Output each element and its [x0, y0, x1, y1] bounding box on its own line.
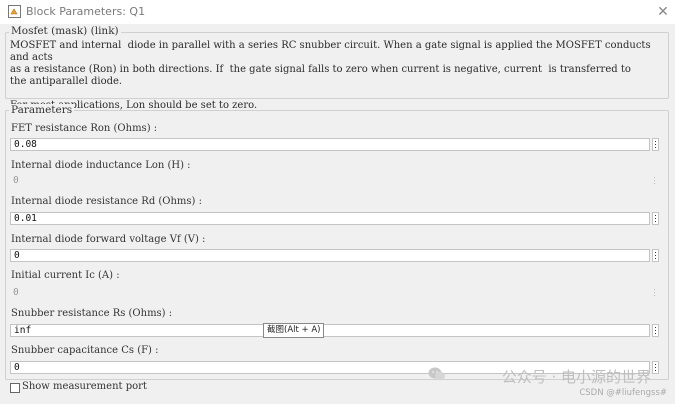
param-menu-ic: [652, 287, 659, 300]
param-input-ic: 0: [10, 287, 650, 300]
param-menu-lon: [652, 175, 659, 188]
vertical-dots-icon: [655, 364, 656, 365]
param-menu-rs[interactable]: [652, 324, 659, 337]
param-label-lon: Internal diode inductance Lon (H) :: [11, 160, 191, 171]
vertical-dots-icon: [655, 327, 656, 328]
param-label-rs: Snubber resistance Rs (Ohms) :: [11, 308, 173, 319]
param-label-ic: Initial current Ic (A) :: [11, 270, 120, 281]
simulink-block-icon: [8, 5, 21, 18]
vertical-dots-icon: [655, 215, 656, 216]
watermark-source: CSDN @#liufengss#: [579, 388, 667, 398]
screenshot-tooltip: 截图(Alt + A): [263, 323, 325, 338]
param-input-rs[interactable]: inf: [10, 324, 650, 337]
title-bar: Block Parameters: Q1 ✕: [0, 0, 675, 24]
show-measurement-checkbox[interactable]: [10, 383, 20, 393]
param-label-vf: Internal diode forward voltage Vf (V) :: [11, 234, 206, 245]
parameters-header: Parameters: [9, 104, 75, 116]
vertical-dots-icon: [655, 252, 656, 253]
param-input-vf[interactable]: 0: [10, 249, 650, 262]
param-input-ron[interactable]: 0.08: [10, 138, 650, 151]
param-menu-cs[interactable]: [652, 361, 659, 374]
window-title: Block Parameters: Q1: [26, 5, 146, 18]
param-menu-rd[interactable]: [652, 212, 659, 225]
watermark-text: 公众号 · 电小源的世界: [501, 368, 651, 386]
show-measurement-label: Show measurement port: [22, 381, 147, 392]
param-label-cs: Snubber capacitance Cs (F) :: [11, 345, 159, 356]
vertical-dots-icon: [655, 141, 656, 142]
param-label-ron: FET resistance Ron (Ohms) :: [11, 123, 158, 134]
wechat-icon: [428, 367, 445, 381]
param-input-lon: 0: [10, 175, 650, 188]
param-label-rd: Internal diode resistance Rd (Ohms) :: [11, 196, 202, 207]
mask-description: MOSFET and internal diode in parallel wi…: [10, 40, 651, 111]
vertical-dots-icon: [654, 177, 655, 178]
param-menu-ron[interactable]: [652, 138, 659, 151]
close-icon[interactable]: ✕: [653, 2, 673, 22]
vertical-dots-icon: [654, 289, 655, 290]
param-input-rd[interactable]: 0.01: [10, 212, 650, 225]
mask-header: Mosfet (mask) (link): [9, 25, 121, 37]
param-menu-vf[interactable]: [652, 249, 659, 262]
